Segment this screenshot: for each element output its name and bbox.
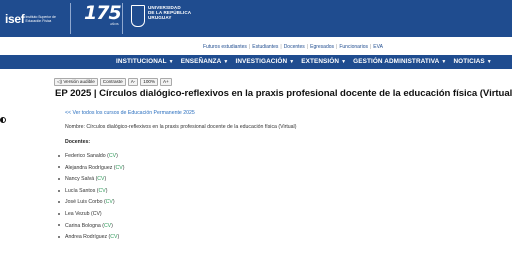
cv-link[interactable]: CV xyxy=(97,176,104,182)
bullet-icon xyxy=(58,154,60,157)
main-nav-label: GESTIÓN ADMINISTRATIVA xyxy=(353,58,440,65)
chevron-down-icon: ▼ xyxy=(289,58,295,65)
page-title: EP 2025 | Círculos dialógico-reflexivos … xyxy=(55,88,512,99)
nav-separator: | xyxy=(369,44,372,50)
font-decrease-button[interactable]: A- xyxy=(127,78,139,86)
list-item: Federico Sanaldo (CV) xyxy=(58,153,124,165)
udelar-line: URUGUAY xyxy=(148,15,172,21)
docentes-list: Federico Sanaldo (CV) Alejandra Rodrígue… xyxy=(58,153,124,246)
header-divider xyxy=(122,3,123,34)
cv-link[interactable]: CV xyxy=(110,234,117,240)
main-nav-label: NOTICIAS xyxy=(453,58,485,65)
anniversary-number: 175 xyxy=(84,2,122,24)
cv-link[interactable]: CV xyxy=(106,199,113,205)
list-item: Carina Bologna (CV) xyxy=(58,223,124,235)
list-item: Lea Vezub (CV) xyxy=(58,211,124,223)
chevron-down-icon: ▼ xyxy=(168,58,174,65)
nav-separator: | xyxy=(280,44,282,50)
font-reset-button[interactable]: 100% xyxy=(140,78,159,86)
list-item: Andrea Rodríguez (CV) xyxy=(58,234,124,246)
nav-separator: | xyxy=(306,44,309,50)
course-name: Nombre: Círculos dialógico-reflexivos en… xyxy=(65,124,297,130)
audience-link-eva[interactable]: EVA xyxy=(373,44,383,50)
list-item: Alejandra Rodríguez (CV) xyxy=(58,165,124,177)
main-nav-institucional[interactable]: INSTITUCIONAL ▼ xyxy=(116,58,174,65)
isef-logo-mark: isef xyxy=(5,11,25,26)
bullet-icon xyxy=(58,235,60,238)
docente-name: Andrea Rodríguez xyxy=(65,234,108,241)
docente-name: Nancy Salvá xyxy=(65,176,95,183)
list-item: Lucía Santos (CV) xyxy=(58,188,124,200)
list-item: Nancy Salvá (CV) xyxy=(58,176,124,188)
audience-link-estudiantes[interactable]: Estudiantes xyxy=(252,44,278,50)
main-nav-label: INSTITUCIONAL xyxy=(116,58,167,65)
bullet-icon xyxy=(58,224,60,227)
docentes-heading: Docentes: xyxy=(65,139,91,145)
udelar-logo[interactable]: UNIVERSIDAD DE LA REPÚBLICA URUGUAY xyxy=(131,5,191,27)
bullet-icon xyxy=(58,166,60,169)
back-to-courses-link[interactable]: << Ver todos los cursos de Educación Per… xyxy=(65,110,195,116)
docente-name: Lea Vezub xyxy=(65,210,90,217)
main-nav-investigacion[interactable]: INVESTIGACIÓN ▼ xyxy=(235,58,294,65)
chevron-down-icon: ▼ xyxy=(341,58,347,65)
bullet-icon xyxy=(58,212,60,215)
cv-text: CV xyxy=(92,210,100,217)
main-nav-label: INVESTIGACIÓN xyxy=(235,58,288,65)
udelar-logo-text: UNIVERSIDAD DE LA REPÚBLICA URUGUAY xyxy=(148,5,191,21)
chevron-down-icon: ▼ xyxy=(486,58,492,65)
udelar-shield-icon xyxy=(131,5,145,27)
site-header: isef Instituto Superior de Educación Fís… xyxy=(0,0,512,37)
contrast-toggle[interactable] xyxy=(0,117,7,124)
audience-link-funcionarios[interactable]: Funcionarios xyxy=(339,44,368,50)
main-nav-label: EXTENSIÓN xyxy=(301,58,340,65)
bullet-icon xyxy=(58,189,60,192)
cv-link[interactable]: CV xyxy=(109,153,116,159)
audience-link-docentes[interactable]: Docentes xyxy=(284,44,305,50)
bullet-icon xyxy=(58,201,60,204)
nav-separator: | xyxy=(248,44,251,50)
accessibility-toolbar: ◁) Versión audible Contraste A- 100% A+ xyxy=(54,78,172,86)
docente-name: José Luis Corbo xyxy=(65,199,103,206)
isef-logo-subtitle: Instituto Superior de Educación Física xyxy=(25,15,56,23)
audience-nav: Futuros estudiantes | Estudiantes | Docent… xyxy=(0,42,512,51)
main-nav-ensenanza[interactable]: ENSEÑANZA ▼ xyxy=(181,58,229,65)
audio-version-button[interactable]: ◁) Versión audible xyxy=(54,78,98,86)
main-nav-label: ENSEÑANZA xyxy=(180,58,222,65)
cv-link[interactable]: CV xyxy=(104,223,111,229)
docente-name: Federico Sanaldo xyxy=(65,153,106,159)
main-nav: INSTITUCIONAL ▼ ENSEÑANZA ▼ INVESTIGACIÓN ▼… xyxy=(0,55,512,69)
main-nav-noticias[interactable]: NOTICIAS ▼ xyxy=(453,58,491,65)
docente-name: Lucía Santos xyxy=(65,187,96,194)
cv-link[interactable]: CV xyxy=(98,188,105,194)
docente-name: Carina Bologna xyxy=(65,222,101,229)
cv-link[interactable]: CV xyxy=(115,165,122,171)
font-increase-button[interactable]: A+ xyxy=(160,78,172,86)
nav-separator: | xyxy=(336,44,338,50)
chevron-down-icon: ▼ xyxy=(441,58,447,65)
contrast-button[interactable]: Contraste xyxy=(99,78,126,86)
chevron-down-icon: ▼ xyxy=(223,58,229,65)
contrast-icon xyxy=(0,117,6,123)
audience-link-futuros[interactable]: Futuros estudiantes xyxy=(203,44,247,50)
docente-name: Alejandra Rodríguez xyxy=(65,164,113,171)
anniversary-logo: 175 AÑOS xyxy=(84,2,122,26)
audience-link-egresados[interactable]: Egresados xyxy=(310,44,334,50)
header-divider xyxy=(70,3,71,34)
isef-logo[interactable]: isef Instituto Superior de Educación Fís… xyxy=(5,6,59,32)
main-nav-gestion[interactable]: GESTIÓN ADMINISTRATIVA ▼ xyxy=(353,58,446,65)
bullet-icon xyxy=(58,177,60,180)
list-item: José Luis Corbo (CV) xyxy=(58,199,124,211)
main-nav-extension[interactable]: EXTENSIÓN ▼ xyxy=(301,58,346,65)
